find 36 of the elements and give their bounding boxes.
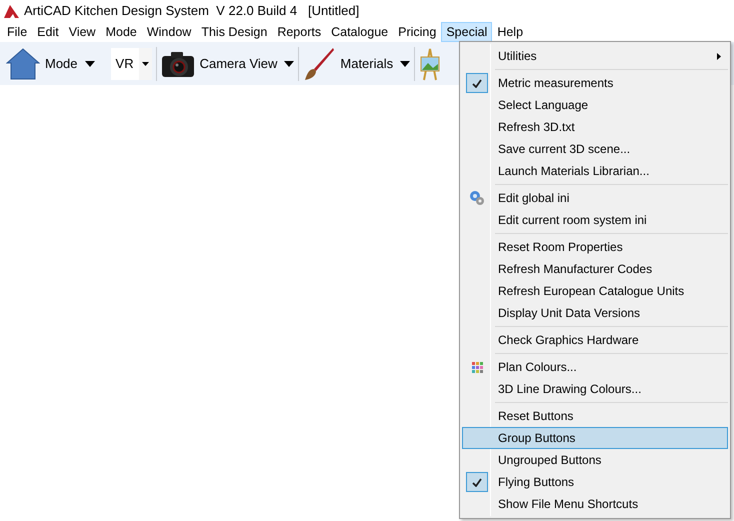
camera-button[interactable]: Camera View	[156, 44, 298, 84]
menu-bar-item[interactable]: This Design	[196, 22, 272, 42]
menu-item[interactable]: Select Language	[462, 94, 728, 116]
menu-item[interactable]: Edit global ini	[462, 187, 728, 209]
menu-bar-item[interactable]: Mode	[100, 22, 142, 42]
menu-item[interactable]: Refresh European Catalogue Units	[462, 280, 728, 302]
menu-item[interactable]: Metric measurements	[462, 72, 728, 94]
menu-item[interactable]: Plan Colours...	[462, 356, 728, 378]
menu-item[interactable]: Group Buttons	[462, 427, 728, 449]
menu-bar-item[interactable]: Special	[441, 22, 492, 42]
window-title: ArtiCAD Kitchen Design System V 22.0 Build 4 [Untitled]	[24, 2, 360, 20]
menu-bar-item[interactable]: View	[64, 22, 101, 42]
menu-bar-item[interactable]: Reports	[272, 22, 326, 42]
menu-bar-item[interactable]: Pricing	[393, 22, 442, 42]
menu-bar-item[interactable]: Edit	[32, 22, 64, 42]
menu-item[interactable]: Launch Materials Librarian...	[462, 160, 728, 182]
menu-item[interactable]: Refresh Manufacturer Codes	[462, 258, 728, 280]
menu-item[interactable]: Utilities	[462, 45, 728, 67]
menu-item[interactable]: Ungrouped Buttons	[462, 449, 728, 471]
menu-bar-item[interactable]: File	[2, 22, 32, 42]
menu-bar-item[interactable]: Help	[492, 22, 528, 42]
menu-item[interactable]: Flying Buttons	[462, 471, 728, 493]
menu-item[interactable]: Check Graphics Hardware	[462, 329, 728, 351]
mode-button[interactable]: Mode	[2, 44, 99, 84]
menu-item[interactable]: 3D Line Drawing Colours...	[462, 378, 728, 400]
menu-bar-item[interactable]: Catalogue	[326, 22, 394, 42]
menu-item[interactable]: Save current 3D scene...	[462, 138, 728, 160]
vr-dropdown[interactable]: VR	[110, 48, 152, 80]
menu-item[interactable]: Refresh 3D.txt	[462, 116, 728, 138]
menu-item[interactable]: Reset Buttons	[462, 405, 728, 427]
menu-item[interactable]: Reset Room Properties	[462, 236, 728, 258]
menu-item[interactable]: Edit current room system ini	[462, 209, 728, 231]
materials-button[interactable]: Materials	[299, 44, 414, 84]
menu-bar-item[interactable]: Window	[142, 22, 196, 42]
menu-item[interactable]: Show File Menu Shortcuts	[462, 493, 728, 515]
menu-item[interactable]: Display Unit Data Versions	[462, 302, 728, 324]
